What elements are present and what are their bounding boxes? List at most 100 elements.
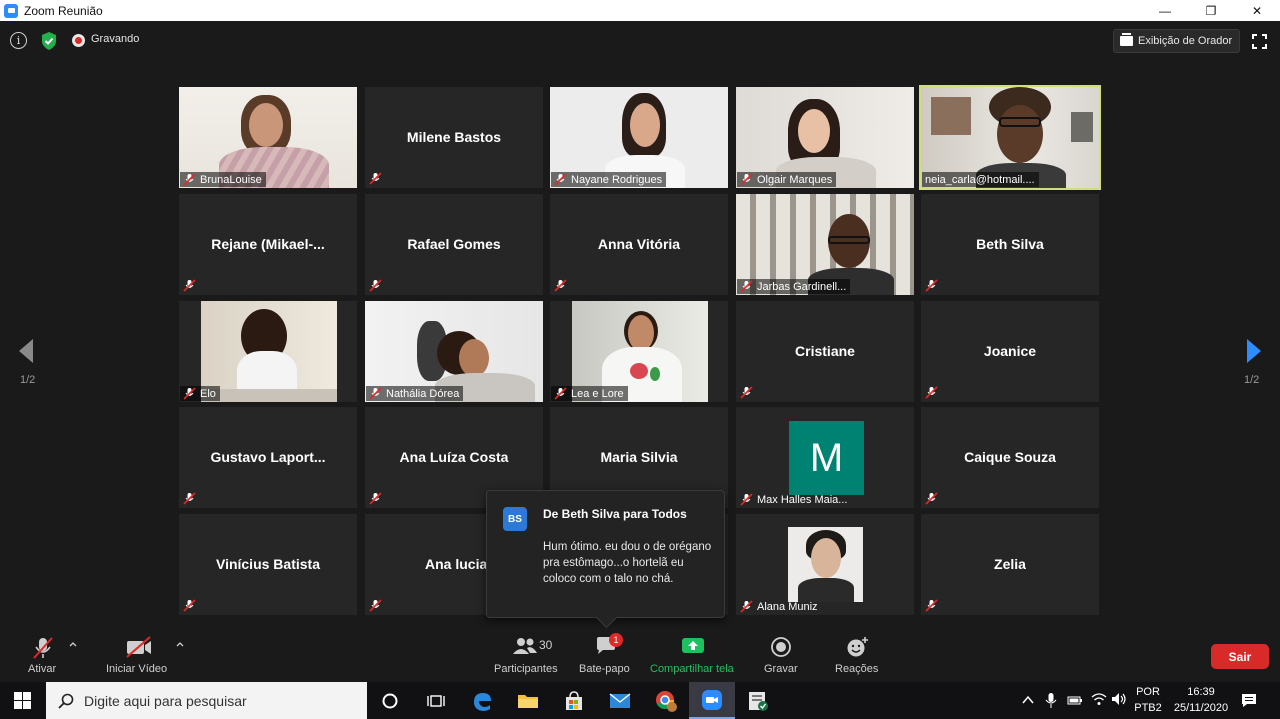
notifications-icon[interactable] — [1241, 693, 1257, 708]
participant-name: Lea e Lore — [571, 387, 624, 400]
minimize-button[interactable]: — — [1142, 0, 1188, 21]
keyboard-layout-indicator[interactable]: PTB2 — [1133, 702, 1163, 714]
muted-mic-icon — [740, 386, 753, 399]
participant-label: Jarbas Gardinell... — [737, 279, 851, 294]
participant-tile-lea-e-lore[interactable]: Lea e Lore — [550, 301, 728, 402]
share-screen-button[interactable]: Compartilhar tela — [648, 628, 738, 682]
muted-mic-icon — [740, 600, 753, 613]
participant-tile-joanice[interactable]: Joanice — [921, 301, 1099, 402]
participant-label: Elo — [180, 386, 220, 401]
reactions-button[interactable]: Reações — [832, 628, 880, 682]
participant-tile-rejane[interactable]: Rejane (Mikael-... — [179, 194, 357, 295]
participant-name: Alana Muniz — [757, 600, 818, 613]
muted-mic-icon — [925, 599, 938, 612]
participant-label: Max Halles Maia... — [737, 492, 851, 507]
record-button[interactable]: Gravar — [760, 628, 802, 682]
task-view-button[interactable] — [413, 682, 459, 719]
leave-meeting-button[interactable]: Sair — [1211, 644, 1269, 669]
participant-tile-olgair-marques[interactable]: Olgair Marques — [736, 87, 914, 188]
participant-name: Gustavo Laport... — [210, 449, 326, 465]
task-view-icon — [427, 694, 445, 707]
video-feed-shelf — [1071, 112, 1093, 142]
participant-name: Zelia — [994, 556, 1026, 572]
participant-name: Jarbas Gardinell... — [757, 280, 847, 293]
participant-tile-brunalouise[interactable]: BrunaLouise — [179, 87, 357, 188]
participants-icon — [513, 638, 537, 654]
excel-taskbar-button[interactable] — [735, 682, 781, 719]
next-page-arrow-icon[interactable] — [1246, 338, 1262, 364]
chevron-up-icon[interactable] — [176, 642, 184, 647]
muted-mic-icon — [369, 599, 382, 612]
previous-page-arrow-icon[interactable] — [18, 338, 34, 364]
store-bag-icon — [566, 690, 582, 710]
start-button[interactable] — [0, 682, 45, 719]
participant-tile-cristiane[interactable]: Cristiane — [736, 301, 914, 402]
participant-tile-neia-carla-active-speaker[interactable]: neia_carla@hotmail.... — [919, 85, 1101, 190]
taskbar-search[interactable]: Digite aqui para pesquisar — [46, 682, 367, 719]
speaker-view-button[interactable]: Exibição de Orador — [1113, 29, 1240, 53]
participant-avatar: M — [789, 421, 864, 495]
participant-name: Cristiane — [795, 343, 855, 359]
page-indicator-left: 1/2 — [20, 374, 36, 386]
participant-tile-jarbas[interactable]: Jarbas Gardinell... — [736, 194, 914, 295]
close-button[interactable]: ✕ — [1234, 0, 1280, 21]
participant-tile-caique-souza[interactable]: Caique Souza — [921, 407, 1099, 508]
show-hidden-icons-chevron-icon[interactable] — [1022, 695, 1034, 705]
windows-taskbar: Digite aqui para pesquisar POR PTB2 16:3… — [0, 682, 1280, 719]
window-titlebar: Zoom Reunião — ❐ ✕ — [0, 0, 1280, 21]
participant-tile-gustavo-laport[interactable]: Gustavo Laport... — [179, 407, 357, 508]
participant-name: Ana Luíza Costa — [399, 449, 509, 465]
volume-tray-icon[interactable] — [1111, 692, 1127, 706]
participant-label: Alana Muniz — [737, 599, 822, 614]
mail-envelope-icon — [609, 692, 631, 708]
participants-button[interactable]: 30 Participantes — [492, 628, 560, 682]
fullscreen-icon[interactable] — [1252, 34, 1267, 49]
participant-label: Olgair Marques — [737, 172, 837, 187]
clock-date[interactable]: 25/11/2020 — [1168, 702, 1234, 714]
wifi-tray-icon[interactable] — [1091, 692, 1107, 706]
chrome-taskbar-button[interactable] — [643, 682, 689, 719]
mail-taskbar-button[interactable] — [597, 682, 643, 719]
participant-tile-vinicius-batista[interactable]: Vinícius Batista — [179, 514, 357, 615]
participant-name: Rejane (Mikael-... — [211, 236, 325, 252]
chevron-up-icon[interactable] — [69, 642, 77, 647]
cortana-circle-icon — [382, 693, 398, 708]
file-explorer-taskbar-button[interactable] — [505, 682, 551, 719]
participant-tile-nathalia-dorea[interactable]: Nathália Dórea — [365, 301, 543, 402]
participant-name: Ana lucia — [425, 556, 488, 572]
participant-tile-max-halles-maia[interactable]: M Max Halles Maia... — [736, 407, 914, 508]
restore-button[interactable]: ❐ — [1188, 0, 1234, 21]
start-video-button[interactable]: Iniciar Vídeo — [104, 628, 174, 682]
microphone-tray-icon[interactable] — [1045, 692, 1057, 709]
participant-tile-beth-silva[interactable]: Beth Silva — [921, 194, 1099, 295]
muted-mic-icon — [925, 279, 938, 292]
battery-tray-icon[interactable] — [1067, 694, 1083, 706]
chat-sender-avatar: BS — [503, 507, 527, 531]
participant-label: BrunaLouise — [180, 172, 266, 187]
clock-time[interactable]: 16:39 — [1168, 686, 1234, 698]
participant-tile-elo[interactable]: Elo — [179, 301, 357, 402]
participant-tile-nayane-rodrigues[interactable]: Nayane Rodrigues — [550, 87, 728, 188]
encryption-shield-icon[interactable] — [40, 31, 58, 51]
unmute-button[interactable]: Ativar — [20, 628, 66, 682]
edge-taskbar-button[interactable] — [459, 682, 505, 719]
cortana-button[interactable] — [367, 682, 413, 719]
chat-sender: De Beth Silva para Todos — [543, 507, 687, 521]
participant-tile-alana-muniz[interactable]: Alana Muniz — [736, 514, 914, 615]
video-feed-face — [798, 109, 830, 153]
participant-label: Nathália Dórea — [366, 386, 464, 401]
info-icon[interactable]: i — [10, 32, 27, 49]
meeting-topbar: i Gravando Exibição de Orador — [0, 21, 1280, 61]
meeting-toolbar: Ativar Iniciar Vídeo 30 Participantes 1 … — [0, 628, 1280, 682]
participant-tile-milene-bastos[interactable]: Milene Bastos — [365, 87, 543, 188]
language-indicator[interactable]: POR — [1133, 686, 1163, 698]
participant-tile-rafael-gomes[interactable]: Rafael Gomes — [365, 194, 543, 295]
participant-tile-zelia[interactable]: Zelia — [921, 514, 1099, 615]
chat-button[interactable]: 1 Bate-papo — [578, 628, 634, 682]
chat-notification-popup[interactable]: BS De Beth Silva para Todos Hum ótimo. e… — [486, 490, 725, 618]
participant-tile-anna-vitoria[interactable]: Anna Vitória — [550, 194, 728, 295]
zoom-taskbar-button[interactable] — [689, 682, 735, 719]
store-taskbar-button[interactable] — [551, 682, 597, 719]
participant-name: Joanice — [983, 343, 1037, 359]
participant-name: neia_carla@hotmail.... — [925, 173, 1035, 186]
